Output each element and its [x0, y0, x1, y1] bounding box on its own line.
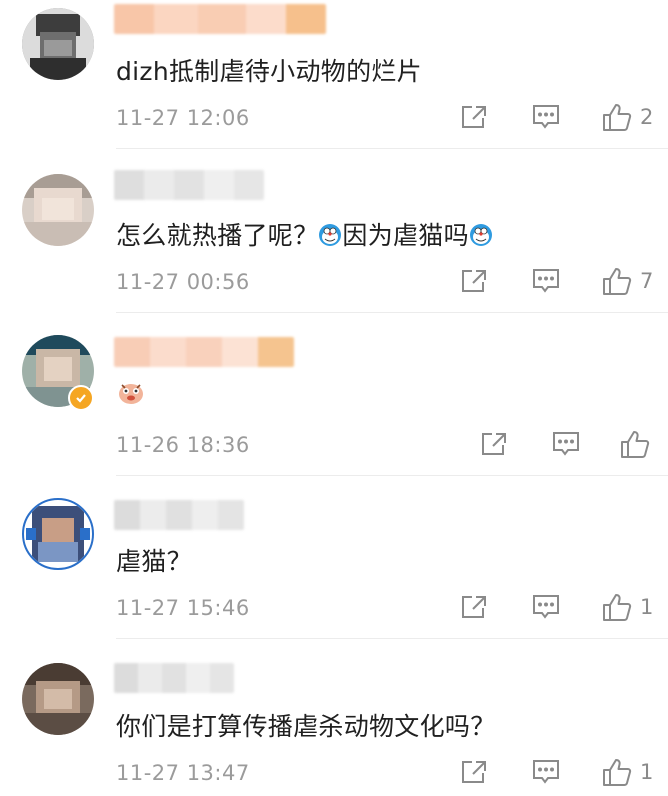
comment-button[interactable]	[552, 431, 580, 457]
thumbs-up-icon	[603, 268, 632, 295]
comment-item: 怎么就热播了呢？ 因为虐猫吗 11-27 00:56 7	[0, 150, 668, 313]
comment-text: 你们是打算传播虐杀动物文化吗？	[116, 712, 496, 741]
share-button[interactable]	[460, 104, 488, 130]
comment-timestamp: 11-27 13:47	[116, 761, 250, 785]
comment-text	[116, 377, 146, 413]
like-button[interactable]: 7	[602, 266, 653, 296]
comment-icon	[533, 269, 559, 293]
avatar[interactable]	[22, 663, 94, 735]
username-blurred[interactable]	[114, 663, 234, 693]
comment-text-part: 因为虐猫吗	[342, 221, 469, 250]
comment-timestamp: 11-26 18:36	[116, 433, 250, 457]
comment-icon	[553, 432, 579, 456]
thumbs-up-icon	[603, 759, 632, 786]
avatar[interactable]	[22, 174, 94, 246]
share-icon	[462, 106, 486, 128]
comment-item: dizh抵制虐待小动物的烂片 11-27 12:06 2	[0, 0, 668, 150]
share-icon	[462, 596, 486, 618]
like-button[interactable]: 1	[602, 592, 653, 622]
divider	[116, 148, 668, 149]
share-button[interactable]	[460, 268, 488, 294]
comment-item: 你们是打算传播虐杀动物文化吗？ 11-27 13:47 1	[0, 639, 668, 796]
like-button[interactable]: 1	[602, 757, 653, 787]
comment-icon	[533, 105, 559, 129]
like-button[interactable]	[620, 429, 650, 459]
thumbs-up-icon	[603, 104, 632, 131]
comment-icon	[533, 760, 559, 784]
comment-button[interactable]	[532, 759, 560, 785]
like-count: 7	[640, 269, 654, 293]
avatar[interactable]	[22, 498, 94, 570]
comment-timestamp: 11-27 15:46	[116, 596, 250, 620]
comment-button[interactable]	[532, 104, 560, 130]
doraemon-emoji-icon	[318, 223, 342, 253]
sticker-icon	[116, 377, 146, 413]
comment-text: dizh抵制虐待小动物的烂片	[116, 57, 422, 86]
username-blurred[interactable]	[114, 337, 294, 367]
comment-timestamp: 11-27 00:56	[116, 270, 250, 294]
share-icon	[482, 433, 506, 455]
username-blurred[interactable]	[114, 4, 326, 34]
comment-text: 怎么就热播了呢？ 因为虐猫吗	[116, 216, 493, 253]
avatar[interactable]	[22, 8, 94, 80]
comment-timestamp: 11-27 12:06	[116, 106, 250, 130]
comment-text: 虐猫？	[116, 547, 192, 576]
like-count: 2	[640, 105, 654, 129]
thumbs-up-icon	[621, 431, 650, 458]
verified-badge-icon	[68, 385, 94, 411]
comment-item: 11-26 18:36	[0, 313, 668, 476]
share-icon	[462, 761, 486, 783]
share-button[interactable]	[460, 759, 488, 785]
like-button[interactable]: 2	[602, 102, 653, 132]
share-button[interactable]	[460, 594, 488, 620]
comment-button[interactable]	[532, 594, 560, 620]
comment-button[interactable]	[532, 268, 560, 294]
like-count: 1	[640, 595, 654, 619]
share-button[interactable]	[480, 431, 508, 457]
username-blurred[interactable]	[114, 170, 264, 200]
comment-item: 虐猫？ 11-27 15:46 1	[0, 476, 668, 639]
username-blurred[interactable]	[114, 500, 244, 530]
share-icon	[462, 270, 486, 292]
like-count: 1	[640, 760, 654, 784]
doraemon-emoji-icon	[469, 223, 493, 253]
comment-text-part: 怎么就热播了呢？	[116, 221, 319, 250]
comment-icon	[533, 595, 559, 619]
thumbs-up-icon	[603, 594, 632, 621]
